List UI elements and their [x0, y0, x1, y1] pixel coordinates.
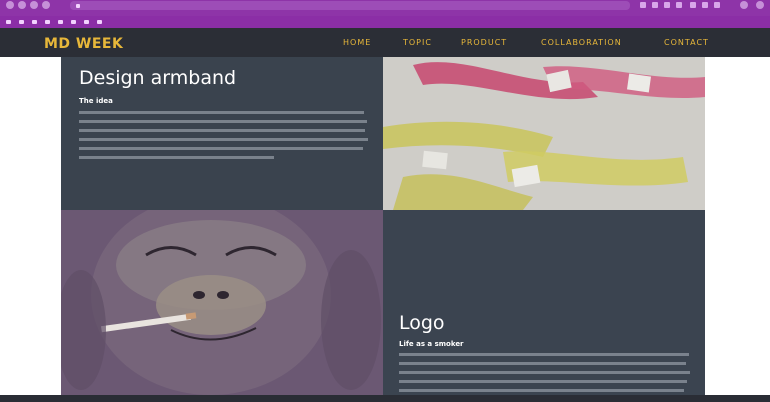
monkey-smoker-illustration: [61, 210, 383, 395]
extension-icon[interactable]: [690, 2, 696, 8]
bookmark-item[interactable]: [84, 20, 89, 24]
armband-body-lines: [79, 111, 368, 159]
content-grid: Design armband The idea Logo Life as a s…: [61, 57, 705, 395]
armband-illustration: [383, 57, 705, 210]
extension-icon[interactable]: [652, 2, 658, 8]
home-icon[interactable]: [42, 1, 50, 9]
reload-icon[interactable]: [30, 1, 38, 9]
armband-text-panel: Design armband The idea: [61, 57, 383, 210]
bookmarks-bar: [0, 16, 770, 28]
site-logo[interactable]: MD WEEK: [44, 36, 123, 52]
armband-image: [383, 57, 705, 210]
logo-subtitle: Life as a smoker: [399, 340, 464, 348]
arrow-left-icon[interactable]: [6, 1, 14, 9]
nav-product[interactable]: PRODUCT: [461, 38, 507, 47]
extension-icon[interactable]: [676, 2, 682, 8]
arrow-right-icon[interactable]: [18, 1, 26, 9]
logo-image: [61, 210, 383, 395]
bookmark-item[interactable]: [19, 20, 24, 24]
nav-collaboration[interactable]: COLLABORATION: [541, 38, 622, 47]
extension-icon[interactable]: [702, 2, 708, 8]
bookmark-item[interactable]: [6, 20, 11, 24]
nav-home[interactable]: HOME: [343, 38, 371, 47]
bookmark-item[interactable]: [71, 20, 76, 24]
extension-icon[interactable]: [664, 2, 670, 8]
armband-subtitle: The idea: [79, 97, 113, 105]
window-bottom-edge: [0, 395, 770, 402]
bookmark-icon: [58, 20, 63, 24]
extension-icon[interactable]: [714, 2, 720, 8]
armband-title: Design armband: [79, 67, 237, 89]
bookmark-icon: [45, 20, 50, 24]
address-bar[interactable]: [70, 1, 630, 10]
logo-text-panel: Logo Life as a smoker: [383, 210, 705, 395]
bookmark-icon: [19, 20, 24, 24]
nav-topic[interactable]: TOPIC: [403, 38, 432, 47]
browser-window: MD WEEK HOME TOPIC PRODUCT COLLABORATION…: [0, 0, 770, 402]
bookmark-icon: [84, 20, 89, 24]
bookmark-item[interactable]: [97, 20, 102, 24]
logo-title: Logo: [399, 312, 445, 334]
bookmark-icon: [6, 20, 11, 24]
puzzle-icon[interactable]: [640, 2, 646, 8]
bookmark-item[interactable]: [32, 20, 37, 24]
nav-contact[interactable]: CONTACT: [664, 38, 709, 47]
bookmark-item[interactable]: [58, 20, 63, 24]
bookmark-icon: [71, 20, 76, 24]
profile-avatar[interactable]: [740, 1, 748, 9]
bookmark-item[interactable]: [45, 20, 50, 24]
bookmark-icon: [97, 20, 102, 24]
lock-icon: [76, 3, 80, 8]
menu-icon[interactable]: [756, 1, 764, 9]
bookmark-icon: [32, 20, 37, 24]
